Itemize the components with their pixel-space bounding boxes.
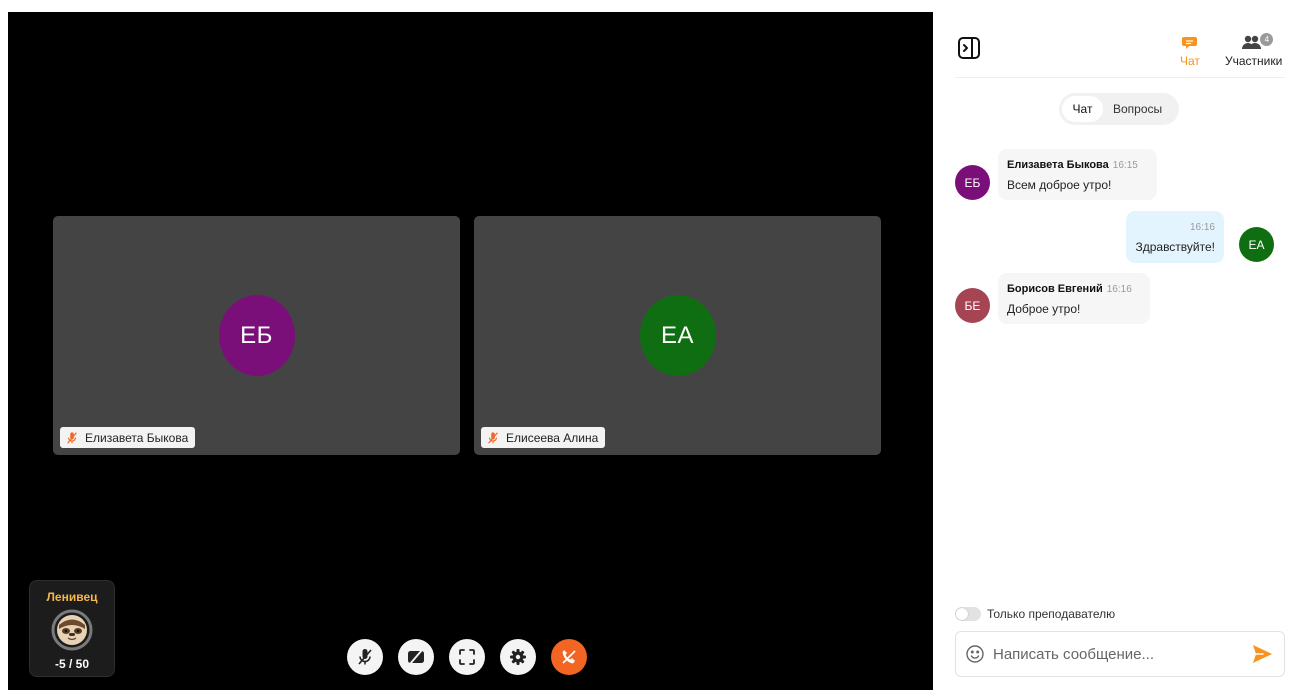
chat-icon <box>1181 37 1197 49</box>
mic-toggle-button[interactable] <box>347 639 383 675</box>
emoji-icon <box>966 645 984 663</box>
panel-header: Чат 4 Участники <box>955 0 1285 78</box>
chat-message: Елизавета Быкова 16:15 Всем доброе утро! <box>998 149 1157 200</box>
collapse-panel-icon <box>958 37 980 59</box>
participant-name-label: Елизавета Быкова <box>60 427 196 448</box>
mic-off-icon <box>488 431 498 444</box>
message-time: 16:16 <box>1189 222 1215 233</box>
participant-avatar: ЕБ <box>218 295 295 376</box>
segment-questions[interactable]: Вопросы <box>1103 96 1162 122</box>
hangup-icon <box>562 650 576 664</box>
participant-tile[interactable]: ЕБ Елизавета Быкова <box>53 216 460 455</box>
camera-off-icon <box>408 649 424 665</box>
fullscreen-icon <box>459 649 475 665</box>
only-teacher-label: Только преподавателю <box>987 607 1116 621</box>
send-button[interactable] <box>1250 642 1274 666</box>
score-value: -5 / 50 <box>54 657 90 671</box>
message-text: Всем доброе утро! <box>1007 178 1112 192</box>
avatar: ЕБ <box>955 165 990 200</box>
participant-name: Елизавета Быкова <box>85 430 189 445</box>
segment-chat[interactable]: Чат <box>1062 96 1103 122</box>
participant-name: Елисеева Алина <box>506 430 599 445</box>
message-time: 16:15 <box>1112 160 1138 171</box>
tab-chat[interactable]: Чат <box>1180 34 1200 68</box>
chat-segment-control: Чат Вопросы <box>1059 93 1179 125</box>
video-stage: ЕБ Елизавета Быкова ЕА Елисеева Алина Ле… <box>8 12 933 690</box>
chat-message-own: 16:16 Здравствуйте! <box>1126 211 1224 263</box>
chat-message: Борисов Евгений 16:16 Доброе утро! <box>998 273 1150 324</box>
mic-off-icon <box>67 431 77 444</box>
gear-icon <box>510 649 526 665</box>
send-icon <box>1253 645 1272 663</box>
tab-participants-label: Участники <box>1225 54 1283 68</box>
message-author: Елизавета Быкова <box>1007 159 1109 171</box>
side-panel: Чат 4 Участники Чат Вопросы ЕБ Елизавета… <box>933 0 1293 690</box>
emoji-button[interactable] <box>965 644 985 664</box>
only-teacher-option: Только преподавателю <box>955 607 1115 621</box>
message-input[interactable] <box>993 645 1250 663</box>
participant-tile[interactable]: ЕА Елисеева Алина <box>474 216 881 455</box>
message-composer <box>955 631 1285 677</box>
camera-toggle-button[interactable] <box>398 639 434 675</box>
participant-name-label: Елисеева Алина <box>481 427 606 448</box>
message-time: 16:16 <box>1106 284 1132 295</box>
settings-button[interactable] <box>500 639 536 675</box>
collapse-panel-button[interactable] <box>957 36 981 60</box>
message-text: Доброе утро! <box>1007 302 1081 316</box>
hangup-button[interactable] <box>551 639 587 675</box>
avatar: ЕА <box>1239 227 1274 262</box>
sloth-icon <box>51 609 93 651</box>
message-text: Здравствуйте! <box>1135 240 1215 254</box>
fullscreen-button[interactable] <box>449 639 485 675</box>
message-author: Борисов Евгений <box>1007 283 1103 295</box>
tab-participants[interactable]: 4 Участники <box>1225 33 1283 68</box>
only-teacher-toggle[interactable] <box>955 607 981 621</box>
score-title: Ленивец <box>46 590 98 604</box>
participants-count-badge: 4 <box>1260 33 1274 46</box>
tab-chat-label: Чат <box>1180 54 1200 68</box>
call-controls <box>347 639 587 675</box>
participant-avatar: ЕА <box>639 295 716 376</box>
avatar: БЕ <box>955 288 990 323</box>
score-widget: Ленивец -5 / 50 <box>29 580 115 677</box>
mic-off-icon <box>358 649 372 665</box>
